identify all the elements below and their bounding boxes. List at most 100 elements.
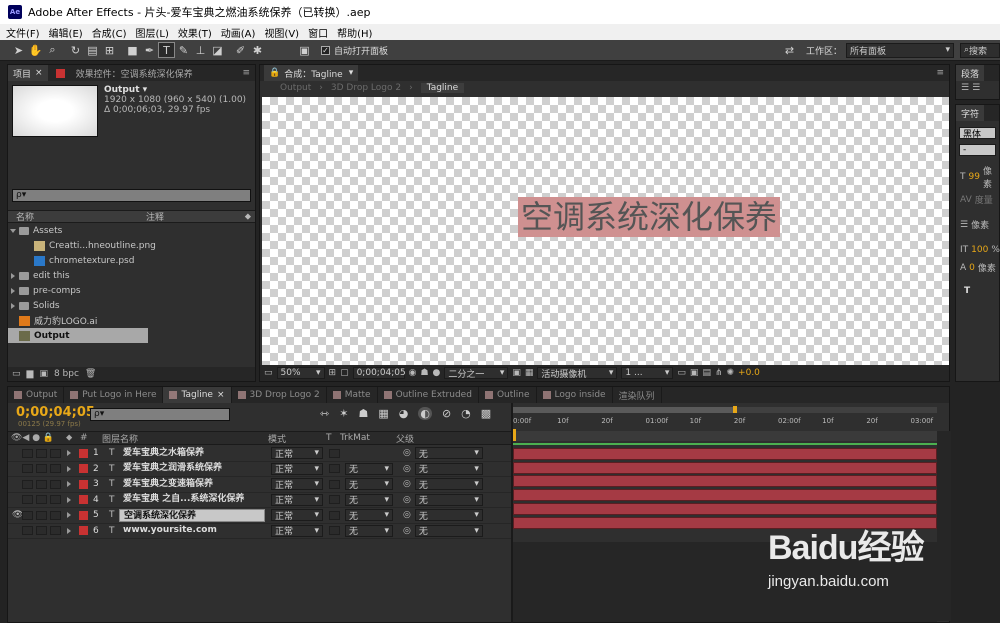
audio-toggle[interactable] (22, 526, 33, 536)
label-color-icon[interactable] (79, 510, 88, 520)
reset-exposure-icon[interactable]: ✺ (727, 368, 735, 378)
layer-duration-bar[interactable] (513, 502, 937, 515)
solo-toggle[interactable] (36, 526, 47, 536)
timeline-current-time[interactable]: 0;00;04;05 (16, 405, 95, 420)
layer-row[interactable]: 2 T 爱车宝典之润滑系统保养 正常 ▾ 无 ▾ ◎ 无 ▾ (8, 462, 511, 477)
mask-icon[interactable]: ▢ (340, 368, 349, 378)
menu-effect[interactable]: 效果(T) (178, 25, 212, 40)
eye-icon[interactable]: 👁 (8, 510, 23, 520)
lock-toggle[interactable] (50, 495, 61, 505)
preserve-transparency-toggle[interactable] (329, 526, 340, 536)
menu-layer[interactable]: 图层(L) (135, 25, 168, 40)
font-size-value[interactable]: 99 (969, 172, 980, 182)
tab-paragraph[interactable]: 段落 (956, 65, 985, 81)
selection-tool-icon[interactable]: ➤ (10, 42, 27, 58)
flowchart-icon[interactable]: ⋔ (715, 368, 723, 378)
roto-brush-tool-icon[interactable]: ✐ (232, 42, 249, 58)
solo-toggle[interactable] (36, 448, 47, 458)
channel-icon[interactable]: ● (433, 368, 441, 378)
expand-icon[interactable] (67, 450, 71, 457)
tab-effect-controls[interactable]: 效果控件：空调系统深化保养 (71, 65, 198, 81)
preserve-transparency-toggle[interactable] (329, 479, 340, 489)
tab-composition[interactable]: 🔒 合成：Tagline ▾ (264, 65, 359, 81)
menu-file[interactable]: 文件(F) (6, 25, 40, 40)
layer-row[interactable]: 1 T 爱车宝典之水箱保养 正常 ▾ ◎ 无 ▾ (8, 446, 511, 462)
lock-toggle[interactable] (50, 479, 61, 489)
list-item[interactable]: Solids (8, 298, 255, 313)
layer-name[interactable]: 爱车宝典之水箱保养 (119, 447, 265, 460)
hand-tool-icon[interactable]: ✋ (27, 42, 44, 58)
solo-toggle[interactable] (36, 510, 47, 520)
mode-dropdown[interactable]: 正常 ▾ (271, 478, 323, 491)
menu-view[interactable]: 视图(V) (264, 25, 299, 40)
pickwhip-icon[interactable]: ◎ (403, 495, 411, 505)
col-comment[interactable]: 注释 (146, 210, 245, 223)
pickwhip-icon[interactable]: ◎ (403, 448, 411, 458)
layer-name[interactable]: 空调系统深化保养 (119, 508, 265, 522)
safe-area-icon[interactable]: ⊞ (329, 368, 337, 378)
pickwhip-icon[interactable]: ◎ (403, 464, 411, 474)
resolution-dropdown[interactable]: 二分之一 ▾ (444, 367, 509, 380)
tab-3d-drop-logo[interactable]: 3D Drop Logo 2 (232, 387, 327, 403)
crumb-output[interactable]: Output (280, 83, 311, 93)
solo-toggle[interactable] (36, 479, 47, 489)
crumb-tagline[interactable]: Tagline (420, 82, 465, 93)
draft-3d-icon[interactable]: ✶ (339, 407, 348, 420)
comp-viewer[interactable]: 空调系统深化保养 (262, 97, 949, 365)
expand-icon[interactable] (11, 272, 15, 279)
lock-toggle[interactable] (50, 510, 61, 520)
views-dropdown[interactable]: 1 ... ▾ (621, 367, 674, 379)
tag-icon[interactable]: ⬥ (245, 212, 251, 222)
render-icon[interactable]: ▩ (481, 407, 491, 420)
transparency-grid-icon[interactable]: ▦ (525, 368, 534, 378)
layer-name[interactable]: 爱车宝典之润滑系统保养 (119, 462, 265, 475)
exposure-value[interactable]: +0.0 (738, 368, 760, 378)
expand-icon[interactable] (67, 496, 71, 503)
brush-tool-icon[interactable]: ✎ (175, 42, 192, 58)
audio-toggle[interactable] (22, 495, 33, 505)
menu-composition[interactable]: 合成(C) (92, 25, 127, 40)
always-preview-icon[interactable]: ▭ (264, 368, 273, 378)
tab-render-queue[interactable]: 渲染队列 (613, 387, 662, 403)
mode-dropdown[interactable]: 正常 ▾ (271, 509, 323, 522)
list-item[interactable]: edit this (8, 268, 255, 283)
list-item[interactable]: Creatti...hneoutline.png (8, 238, 255, 253)
timeline-search-input[interactable]: ρ▾ (90, 408, 230, 421)
tagline-text-layer[interactable]: 空调系统深化保养 (518, 197, 781, 237)
type-tool-icon[interactable]: T (158, 42, 175, 58)
expand-icon[interactable] (67, 512, 71, 519)
new-comp-icon[interactable]: ▣ (39, 369, 48, 379)
puppet-pin-tool-icon[interactable]: ✱ (249, 42, 266, 58)
layer-row[interactable]: 3 T 爱车宝典之变速箱保养 正常 ▾ 无 ▾ ◎ 无 ▾ (8, 477, 511, 493)
camera-dropdown[interactable]: 活动摄像机 ▾ (537, 367, 618, 380)
time-ruler[interactable]: 0:00f 10f 20f 01:00f 10f 20f 02:00f 10f 20f 03:00… (513, 405, 937, 443)
lock-toggle[interactable] (50, 448, 61, 458)
expand-icon[interactable] (11, 302, 15, 309)
show-snapshot-icon[interactable]: ☗ (420, 368, 428, 378)
current-time-field[interactable]: 0;00;04;05 (352, 367, 406, 379)
label-color-icon[interactable] (79, 448, 88, 458)
tab-tagline[interactable]: Tagline × (163, 387, 232, 403)
rectangle-tool-icon[interactable]: ■ (124, 42, 141, 58)
list-item[interactable]: Assets (8, 223, 255, 238)
mode-dropdown[interactable]: 正常 ▾ (271, 493, 323, 506)
timeline-scrollbar[interactable] (937, 431, 951, 621)
trkmat-dropdown[interactable]: 无 ▾ (345, 478, 393, 491)
panel-options-icon[interactable]: ▣ (296, 42, 313, 58)
tab-matte[interactable]: Matte (327, 387, 378, 403)
layer-row[interactable]: 4 T 爱车宝典 之自...系统深化保养 正常 ▾ 无 ▾ ◎ 无 ▾ (8, 493, 511, 508)
lock-toggle[interactable] (50, 526, 61, 536)
zoom-dropdown[interactable]: 50% ▾ (276, 367, 325, 379)
label-color-icon[interactable] (79, 464, 88, 474)
graph-editor-icon[interactable]: ⊘ (442, 407, 451, 420)
label-column-icon[interactable]: ⬥ (66, 433, 80, 443)
solo-toggle[interactable] (36, 495, 47, 505)
toggle-pixel-icon[interactable]: ▭ (677, 368, 686, 378)
roi-icon[interactable]: ▣ (512, 368, 521, 378)
tab-character[interactable]: 字符 (956, 105, 985, 121)
brainstorm-icon[interactable]: ◐ (418, 407, 432, 420)
timeline-icon[interactable]: ▤ (702, 368, 711, 378)
chevron-down-icon[interactable]: ▾ (349, 68, 354, 78)
scale-value[interactable]: 100 (971, 245, 988, 255)
work-area-end-handle[interactable] (733, 406, 737, 413)
